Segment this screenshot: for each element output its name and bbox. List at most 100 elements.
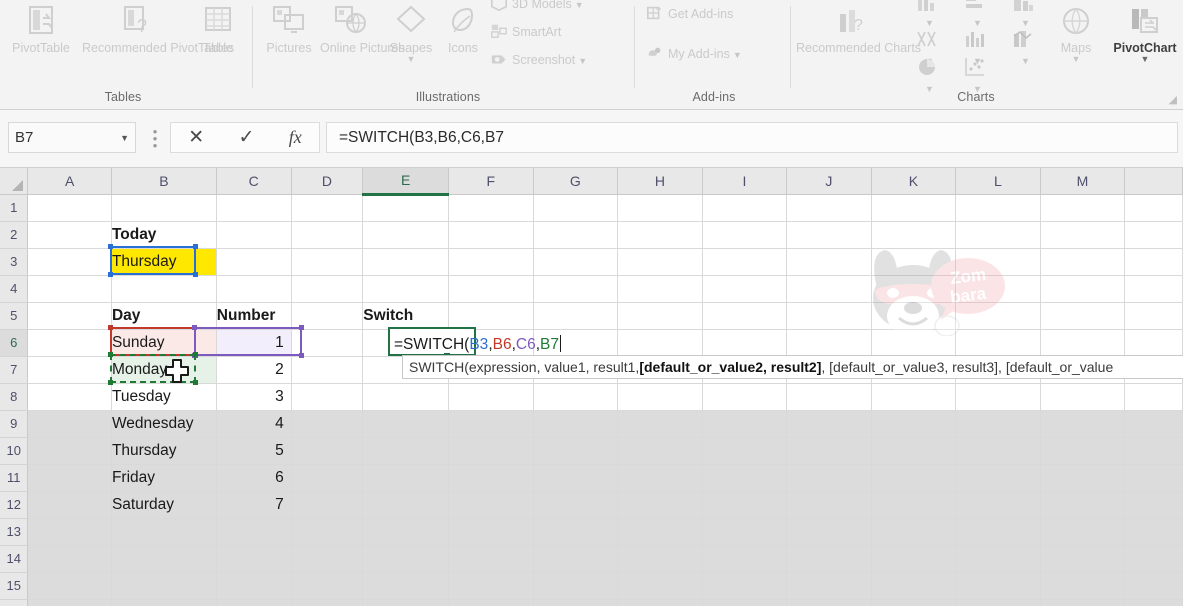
cell-F10[interactable] — [448, 437, 534, 465]
insert-function-button[interactable]: fx — [289, 127, 302, 148]
cell-E11[interactable] — [362, 464, 450, 492]
cell-H1[interactable] — [617, 194, 703, 222]
cell-C6[interactable]: 1 — [216, 329, 292, 357]
pivotchart-dropdown-caret-icon[interactable]: ▼ — [1106, 55, 1183, 64]
column-header-K[interactable]: K — [871, 168, 957, 195]
cell-D3[interactable] — [291, 248, 364, 276]
cell-A5[interactable] — [27, 302, 112, 330]
cell-C4[interactable] — [216, 275, 292, 303]
cell-A9[interactable] — [27, 410, 112, 438]
cell-J8[interactable] — [786, 383, 872, 411]
column-header-G[interactable]: G — [533, 168, 619, 195]
cell-E9[interactable] — [362, 410, 450, 438]
cell-J12[interactable] — [786, 491, 872, 519]
cell-M3[interactable] — [1040, 248, 1126, 276]
cell-M5[interactable] — [1040, 302, 1126, 330]
cell-L9[interactable] — [955, 410, 1041, 438]
ribbon-button-3d-models[interactable]: 3D Models ▼ — [490, 0, 628, 15]
cell-N10[interactable] — [1124, 437, 1183, 465]
select-all-corner[interactable] — [0, 168, 29, 195]
cell-A14[interactable] — [27, 545, 112, 573]
cell-N13[interactable] — [1124, 518, 1183, 546]
column-header-L[interactable]: L — [955, 168, 1041, 195]
cell-A7[interactable] — [27, 356, 112, 384]
cell-G1[interactable] — [533, 194, 619, 222]
ribbon-button-combo-chart[interactable]: ▼ — [1004, 28, 1044, 68]
row-header-13[interactable]: 13 — [0, 518, 29, 546]
cell-L1[interactable] — [955, 194, 1041, 222]
enter-formula-button[interactable]: ✓ — [238, 126, 254, 149]
ribbon-button-pivottable[interactable]: PivotTable — [0, 4, 82, 55]
ribbon-button-line-chart[interactable]: ▼ — [956, 0, 996, 30]
cell-F11[interactable] — [448, 464, 534, 492]
column-header-M[interactable]: M — [1040, 168, 1126, 195]
column-header-F[interactable]: F — [448, 168, 534, 195]
cell-L16[interactable] — [955, 599, 1041, 606]
cell-D2[interactable] — [291, 221, 364, 249]
row-header-12[interactable]: 12 — [0, 491, 29, 519]
cell-H8[interactable] — [617, 383, 703, 411]
cell-I4[interactable] — [702, 275, 788, 303]
cell-A12[interactable] — [27, 491, 112, 519]
cell-N4[interactable] — [1124, 275, 1183, 303]
cell-I3[interactable] — [702, 248, 788, 276]
cell-G10[interactable] — [533, 437, 619, 465]
cell-C8[interactable]: 3 — [216, 383, 292, 411]
column-header-D[interactable]: D — [291, 168, 364, 195]
ribbon-button-pivotchart[interactable]: PivotChart ▼ — [1106, 6, 1183, 64]
cell-N15[interactable] — [1124, 572, 1183, 600]
cell-H16[interactable] — [617, 599, 703, 606]
cell-B11[interactable]: Friday — [111, 464, 217, 492]
cell-F4[interactable] — [448, 275, 534, 303]
row-header-4[interactable]: 4 — [0, 275, 29, 303]
row-header-8[interactable]: 8 — [0, 383, 29, 411]
cell-G15[interactable] — [533, 572, 619, 600]
cell-J16[interactable] — [786, 599, 872, 606]
ribbon-button-table[interactable]: Table — [190, 4, 246, 55]
cell-H10[interactable] — [617, 437, 703, 465]
cell-G16[interactable] — [533, 599, 619, 606]
cell-J5[interactable] — [786, 302, 872, 330]
cell-B14[interactable] — [111, 545, 217, 573]
cell-B5[interactable]: Day — [111, 302, 217, 330]
ribbon-button-get-addins[interactable]: Get Add-ins — [646, 4, 786, 25]
cell-G3[interactable] — [533, 248, 619, 276]
column-header-C[interactable]: C — [216, 168, 292, 195]
cell-L6[interactable] — [955, 329, 1041, 357]
cell-D7[interactable] — [291, 356, 364, 384]
cell-I15[interactable] — [702, 572, 788, 600]
formula-input[interactable]: =SWITCH(B3,B6,C6,B7 — [326, 122, 1178, 153]
cell-C5[interactable]: Number — [216, 302, 292, 330]
cell-B8[interactable]: Tuesday — [111, 383, 217, 411]
cell-N11[interactable] — [1124, 464, 1183, 492]
cell-C10[interactable]: 5 — [216, 437, 292, 465]
cell-I16[interactable] — [702, 599, 788, 606]
formula-bar-grip[interactable]: • • • — [150, 125, 160, 152]
cell-H14[interactable] — [617, 545, 703, 573]
cell-D8[interactable] — [291, 383, 364, 411]
cell-L15[interactable] — [955, 572, 1041, 600]
combo-chart-dropdown-caret-icon[interactable]: ▼ — [1021, 54, 1030, 68]
cell-C9[interactable]: 4 — [216, 410, 292, 438]
cell-H4[interactable] — [617, 275, 703, 303]
row-header-3[interactable]: 3 — [0, 248, 29, 276]
cell-G4[interactable] — [533, 275, 619, 303]
cell-M16[interactable] — [1040, 599, 1126, 606]
column-header-J[interactable]: J — [786, 168, 872, 195]
cell-H11[interactable] — [617, 464, 703, 492]
cell-M6[interactable] — [1040, 329, 1126, 357]
column-header-E[interactable]: E — [362, 168, 450, 196]
cell-E5[interactable]: Switch — [362, 302, 450, 330]
cell-G13[interactable] — [533, 518, 619, 546]
cell-K9[interactable] — [871, 410, 957, 438]
cell-J15[interactable] — [786, 572, 872, 600]
row-header-6[interactable]: 6 — [0, 329, 29, 357]
cell-H2[interactable] — [617, 221, 703, 249]
cell-H5[interactable] — [617, 302, 703, 330]
column-header-H[interactable]: H — [617, 168, 703, 195]
cell-K1[interactable] — [871, 194, 957, 222]
cell-C16[interactable] — [216, 599, 292, 606]
cell-H9[interactable] — [617, 410, 703, 438]
ribbon-button-my-addins[interactable]: My Add-ins ▼ — [646, 44, 786, 65]
cell-M9[interactable] — [1040, 410, 1126, 438]
